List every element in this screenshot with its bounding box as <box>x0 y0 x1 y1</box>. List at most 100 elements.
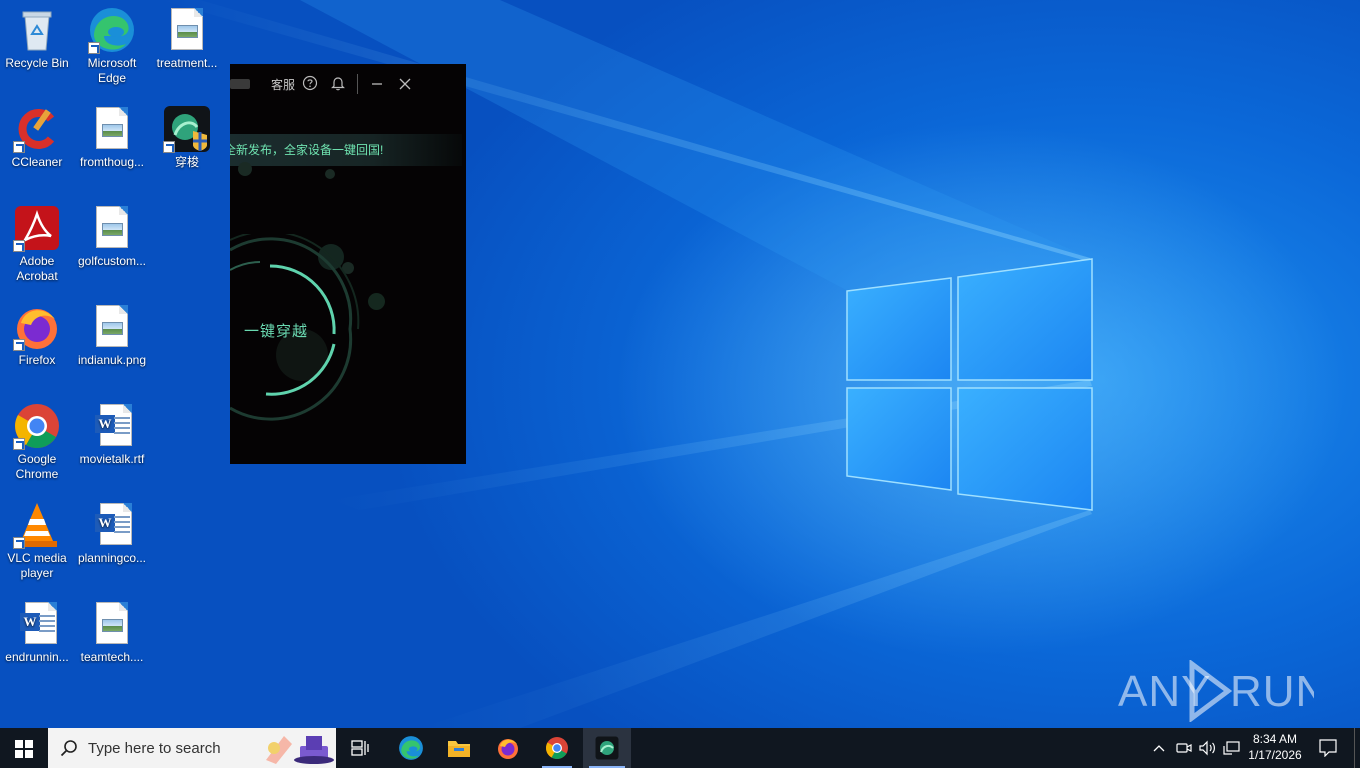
show-desktop-button[interactable] <box>1354 728 1360 768</box>
image-file-icon <box>88 105 136 153</box>
task-view-button[interactable] <box>338 728 382 768</box>
desktop-icon-ccleaner[interactable]: CCleaner <box>0 105 74 170</box>
app-titlebar[interactable]: 客服 <box>230 64 466 104</box>
desktop-icon-movietalk[interactable]: W movietalk.rtf <box>75 402 149 467</box>
desktop-icon-label: planningco... <box>77 551 147 565</box>
search-icon <box>60 740 77 757</box>
taskbar-edge[interactable] <box>388 728 434 768</box>
svg-text:RUN: RUN <box>1230 667 1314 716</box>
svg-text:ANY: ANY <box>1118 667 1211 716</box>
clock[interactable]: 8:34 AM 1/17/2026 <box>1244 728 1306 768</box>
volume-button[interactable] <box>1197 728 1217 768</box>
word-doc-icon: W <box>88 402 136 450</box>
shortcut-arrow-icon <box>13 141 25 153</box>
chuansuo-app-window[interactable]: 客服 全新发布，全家设备一键回国! 一键穿越 <box>230 64 466 464</box>
anyrun-watermark: ANY RUN <box>1118 659 1327 733</box>
titlebar-divider <box>357 74 358 94</box>
desktop-icon-google-chrome[interactable]: Google Chrome <box>0 402 74 482</box>
image-file-icon <box>88 600 136 648</box>
clock-time: 8:34 AM <box>1252 732 1298 746</box>
network-icon <box>1223 741 1240 755</box>
decor-dot <box>325 169 335 179</box>
desktop-icon-label: VLC media player <box>7 551 67 580</box>
desktop-icon-label: Recycle Bin <box>5 56 69 70</box>
decor-dot <box>238 162 252 176</box>
notification-icon <box>1319 739 1337 757</box>
anyrun-logo: ANY RUN <box>1118 659 1327 723</box>
chrome-icon <box>546 737 568 759</box>
taskbar-chrome[interactable] <box>534 728 580 768</box>
desktop-icon-microsoft-edge[interactable]: Microsoft Edge <box>75 6 149 86</box>
image-file-icon <box>88 204 136 252</box>
taskbar-chuansuo[interactable] <box>583 728 631 768</box>
shortcut-arrow-icon <box>13 339 25 351</box>
firefox-icon <box>13 303 61 351</box>
desktop-icon-label: Google Chrome <box>15 452 59 481</box>
decor-dot <box>368 293 385 310</box>
desktop-icon-firefox[interactable]: Firefox <box>0 303 74 368</box>
desktop-icon-label: movietalk.rtf <box>79 452 145 466</box>
desktop-icon-treatment[interactable]: treatment... <box>150 6 224 71</box>
taskbar-search-box[interactable]: Type here to search <box>48 728 336 768</box>
firefox-icon <box>498 739 518 759</box>
shortcut-arrow-icon <box>163 141 175 153</box>
desktop-icon-chuansuo[interactable]: 穿梭 <box>150 105 224 170</box>
desktop-icon-vlc[interactable]: VLC media player <box>0 501 74 581</box>
search-highlight-illustration-icon <box>266 736 334 764</box>
search-placeholder: Type here to search <box>88 740 221 757</box>
desktop-icon-adobe-acrobat[interactable]: Adobe Acrobat <box>0 204 74 284</box>
desktop-icon-fromthoug[interactable]: fromthoug... <box>75 105 149 170</box>
desktop-icon-endrunnin[interactable]: W endrunnin... <box>0 600 74 665</box>
desktop-icon-indianuk[interactable]: indianuk.png <box>75 303 149 368</box>
desktop-icon-label: treatment... <box>156 56 218 70</box>
desktop-icon-label: indianuk.png <box>77 353 147 367</box>
promo-banner[interactable]: 全新发布，全家设备一键回国! <box>230 134 462 166</box>
desktop-icon-label: Microsoft Edge <box>87 56 137 85</box>
image-file-icon <box>163 6 211 54</box>
minimize-icon[interactable] <box>371 76 383 95</box>
chrome-icon <box>13 402 61 450</box>
desktop-icon-teamtech[interactable]: teamtech.... <box>75 600 149 665</box>
show-hidden-icons-button[interactable] <box>1150 728 1168 768</box>
taskbar-file-explorer[interactable] <box>436 728 482 768</box>
meet-now-button[interactable] <box>1174 728 1194 768</box>
help-icon[interactable] <box>302 75 318 94</box>
bell-icon[interactable] <box>331 75 345 94</box>
task-view-icon <box>351 740 369 756</box>
file-explorer-icon <box>448 741 470 757</box>
taskbar: Type here to search 8:34 AM 1/17/2026 <box>0 728 1360 768</box>
word-doc-icon: W <box>88 501 136 549</box>
camera-icon <box>1176 743 1192 753</box>
notifications-button[interactable] <box>1312 728 1344 768</box>
network-button[interactable] <box>1221 728 1241 768</box>
desktop-icon-label: Firefox <box>18 353 56 367</box>
shortcut-arrow-icon <box>13 240 25 252</box>
ccleaner-icon <box>13 105 61 153</box>
desktop-icon-label: 穿梭 <box>174 155 199 169</box>
recycle-bin-icon <box>13 6 61 54</box>
desktop-icon-planningco[interactable]: W planningco... <box>75 501 149 566</box>
support-link[interactable]: 客服 <box>271 76 295 93</box>
taskbar-firefox[interactable] <box>485 728 531 768</box>
shortcut-arrow-icon <box>13 537 25 549</box>
desktop-icon-label: golfcustom... <box>77 254 147 268</box>
edge-icon <box>399 736 423 760</box>
desktop-icon-label: CCleaner <box>11 155 63 169</box>
volume-icon <box>1199 740 1215 756</box>
start-button[interactable] <box>0 728 48 768</box>
connect-button-label[interactable]: 一键穿越 <box>244 320 308 341</box>
desktop-icon-label: fromthoug... <box>79 155 145 169</box>
close-icon[interactable] <box>399 76 411 95</box>
account-pill[interactable] <box>230 79 250 89</box>
image-file-icon <box>88 303 136 351</box>
clock-date: 1/17/2026 <box>1248 748 1302 762</box>
chuansuo-app-icon <box>163 105 211 153</box>
desktop-icon-label: Adobe Acrobat <box>16 254 58 283</box>
desktop-icon-label: endrunnin... <box>5 650 69 664</box>
chuansuo-app-icon <box>595 736 619 760</box>
desktop-icon-recycle-bin[interactable]: Recycle Bin <box>0 6 74 71</box>
chevron-up-icon <box>1153 745 1165 752</box>
desktop-icon-golfcustom[interactable]: golfcustom... <box>75 204 149 269</box>
desktop-icon-label: teamtech.... <box>80 650 144 664</box>
vlc-icon <box>13 501 61 549</box>
